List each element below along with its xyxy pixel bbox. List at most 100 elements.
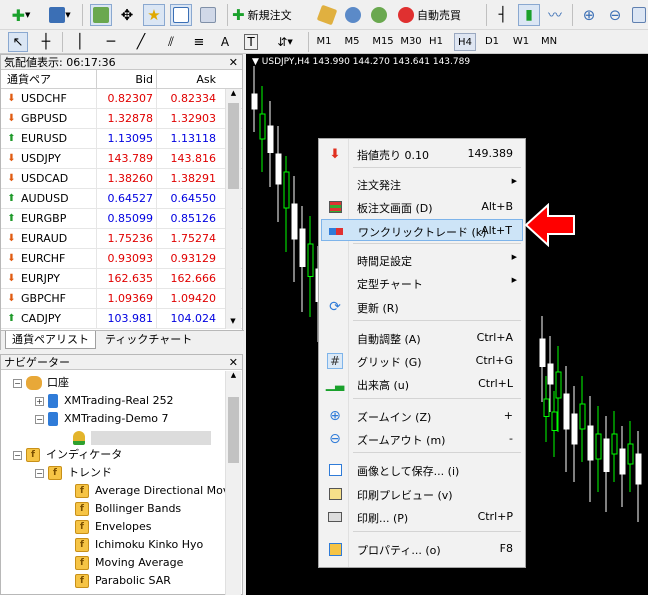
community-button[interactable]: [342, 4, 364, 26]
new-chart-button[interactable]: ✚ ▼: [4, 4, 38, 26]
market-watch-row[interactable]: ⬆ EURGBP 0.85099 0.85126: [1, 209, 242, 229]
timeframe-m30-button[interactable]: M30: [398, 33, 424, 51]
timeframe-w1-button[interactable]: W1: [510, 33, 532, 51]
close-icon[interactable]: ✕: [229, 55, 238, 70]
timeframe-m15-button[interactable]: M15: [370, 33, 396, 51]
equidistant-channel-button[interactable]: ⫽: [160, 32, 182, 52]
menu-item-template[interactable]: 定型チャート ▶: [321, 272, 523, 294]
menu-item-zoom-in[interactable]: ⊕ ズームイン (Z) +: [321, 405, 523, 427]
crosshair-button[interactable]: ✥: [116, 4, 138, 26]
market-watch-scrollbar[interactable]: ▲: [225, 89, 241, 329]
crosshair-tool-button[interactable]: ┼: [36, 32, 56, 52]
timeframe-m1-button[interactable]: M1: [314, 33, 334, 51]
trend-folder-icon: f: [48, 466, 62, 480]
strategy-tester-button[interactable]: [197, 4, 219, 26]
zoom-in-button[interactable]: ⊕: [578, 4, 600, 26]
scroll-up-icon[interactable]: ▲: [226, 89, 241, 101]
collapse-icon[interactable]: −: [35, 468, 44, 478]
tree-indicators[interactable]: − f インディケータ: [13, 446, 122, 464]
market-watch-row[interactable]: ⬇ EURJPY 162.635 162.666: [1, 269, 242, 289]
tree-accounts[interactable]: − 口座: [13, 374, 69, 392]
auto-trading-button[interactable]: 自動売買: [398, 4, 480, 26]
menu-item-label: 印刷... (P): [357, 512, 409, 525]
tree-indicator-item[interactable]: f Ichimoku Kinko Hyo: [75, 536, 203, 554]
vertical-line-button[interactable]: │: [70, 32, 90, 52]
menu-item-timeframes[interactable]: 時間足設定 ▶: [321, 249, 523, 271]
navigator-scrollbar[interactable]: ▲: [225, 371, 241, 595]
market-watch-row[interactable]: ⬇ EURCHF 0.93093 0.93129: [1, 249, 242, 269]
scrollbar-thumb[interactable]: [228, 397, 239, 463]
menu-item-properties[interactable]: プロパティ... (o) F8: [321, 538, 523, 560]
menu-item-sell-limit[interactable]: ⬇ 指値売り 0.10 149.389: [321, 143, 523, 165]
trendline-button[interactable]: ╱: [130, 32, 152, 52]
market-watch-toggle[interactable]: [90, 4, 112, 26]
market-watch-row[interactable]: ⬇ USDCAD 1.38260 1.38291: [1, 169, 242, 189]
market-watch-row[interactable]: ⬇ GBPCHF 1.09369 1.09420: [1, 289, 242, 309]
market-watch-row[interactable]: ⬆ AUDUSD 0.64527 0.64550: [1, 189, 242, 209]
menu-item-grid[interactable]: # グリッド (G) Ctrl+G: [321, 350, 523, 372]
tree-indicator-item[interactable]: f Moving Average: [75, 554, 183, 572]
zoom-out-button[interactable]: ⊖: [604, 4, 626, 26]
expand-icon[interactable]: +: [35, 396, 44, 406]
menu-item-depth-of-market[interactable]: 板注文画面 (D) Alt+B: [321, 196, 523, 218]
market-watch-row[interactable]: ⬆ CADJPY 103.981 104.024: [1, 309, 242, 329]
terminal-toggle[interactable]: [170, 4, 192, 26]
tile-windows-button[interactable]: [630, 4, 648, 26]
timeframe-d1-button[interactable]: D1: [482, 33, 502, 51]
collapse-icon[interactable]: −: [35, 414, 44, 424]
menu-item-place-order[interactable]: 注文発注 ▶: [321, 173, 523, 195]
close-icon[interactable]: ✕: [229, 355, 238, 370]
collapse-icon[interactable]: −: [13, 450, 22, 460]
fibonacci-button[interactable]: ≡: [188, 32, 210, 52]
tree-indicator-item[interactable]: f Average Directional Mov: [75, 482, 229, 500]
symbol-column-header[interactable]: 通貨ペア: [1, 70, 97, 88]
text-label-button[interactable]: T: [240, 32, 262, 52]
symbol-cell: ⬇ USDJPY: [1, 149, 97, 168]
timeframe-m5-button[interactable]: M5: [342, 33, 362, 51]
market-watch-row[interactable]: ⬇ USDJPY 143.789 143.816: [1, 149, 242, 169]
timeframe-h1-button[interactable]: H1: [426, 33, 446, 51]
tree-indicator-item[interactable]: f Parabolic SAR: [75, 572, 171, 590]
market-watch-row[interactable]: ⬇ USDCHF 0.82307 0.82334: [1, 89, 242, 109]
scrollbar-thumb[interactable]: [228, 103, 239, 189]
market-watch-row[interactable]: ⬆ EURUSD 1.13095 1.13118: [1, 129, 242, 149]
profiles-button[interactable]: ▼: [44, 4, 76, 26]
menu-item-volumes[interactable]: ▁▃ 出来高 (u) Ctrl+L: [321, 373, 523, 395]
market-watch-row[interactable]: ⬇ GBPUSD 1.32878 1.32903: [1, 109, 242, 129]
menu-item-refresh[interactable]: ⟳ 更新 (R): [321, 296, 523, 318]
tab-symbols[interactable]: 通貨ペアリスト: [5, 331, 96, 349]
tree-indicator-item[interactable]: f Envelopes: [75, 518, 151, 536]
scroll-up-icon[interactable]: ▲: [226, 371, 241, 383]
text-tool-button[interactable]: A: [215, 32, 235, 52]
bar-chart-button[interactable]: ┤: [492, 4, 514, 26]
cursor-button[interactable]: ↖: [8, 32, 28, 52]
menu-item-save-as-picture[interactable]: 画像として保存... (i): [321, 459, 523, 481]
tree-account-login[interactable]: [73, 429, 211, 447]
arrows-dropdown[interactable]: ⇵ ▼: [268, 32, 302, 52]
menu-item-one-click-trading[interactable]: ワンクリックトレード (k) Alt+T: [321, 219, 523, 241]
menu-item-print[interactable]: 印刷... (P) Ctrl+P: [321, 506, 523, 528]
scroll-down-icon[interactable]: ▼: [225, 317, 241, 329]
tree-indicator-item[interactable]: f Bollinger Bands: [75, 500, 181, 518]
timeframe-mn-button[interactable]: MN: [538, 33, 560, 51]
metaeditor-button[interactable]: [316, 4, 338, 26]
ask-column-header[interactable]: Ask: [157, 70, 219, 88]
line-chart-button[interactable]: 〰: [544, 4, 566, 26]
bid-column-header[interactable]: Bid: [97, 70, 157, 88]
signals-button[interactable]: [368, 4, 390, 26]
tree-account-demo[interactable]: − XMTrading-Demo 7: [35, 410, 169, 428]
candlestick-button[interactable]: ▮: [518, 4, 540, 26]
tree-account-real[interactable]: + XMTrading-Real 252: [35, 392, 174, 410]
navigator-toggle[interactable]: ★: [143, 4, 165, 26]
horizontal-line-button[interactable]: ─: [100, 32, 122, 52]
new-order-button[interactable]: ✚ 新規注文: [232, 4, 310, 26]
collapse-icon[interactable]: −: [13, 378, 22, 388]
tab-tick-chart[interactable]: ティックチャート: [99, 331, 198, 349]
menu-item-print-preview[interactable]: 印刷プレビュー (v): [321, 483, 523, 505]
drawing-toolbar: ↖ ┼ │ ─ ╱ ⫽ ≡ A T ⇵ ▼ M1 M5 M15 M30 H1 H4 D1 W1 M…: [0, 30, 648, 54]
market-watch-row[interactable]: ⬇ EURAUD 1.75236 1.75274: [1, 229, 242, 249]
menu-item-auto-arrange[interactable]: 自動調整 (A) Ctrl+A: [321, 327, 523, 349]
menu-item-zoom-out[interactable]: ⊖ ズームアウト (m) -: [321, 428, 523, 450]
tree-trend[interactable]: − f トレンド: [35, 464, 112, 482]
timeframe-h4-button[interactable]: H4: [454, 33, 476, 51]
